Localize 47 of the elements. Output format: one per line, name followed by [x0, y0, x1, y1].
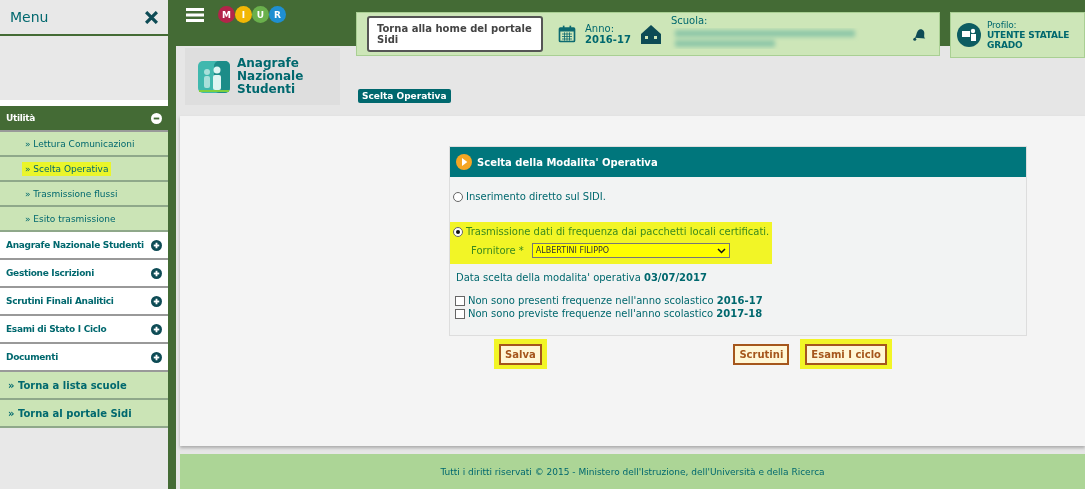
- radio-button[interactable]: [453, 226, 463, 237]
- app-title: Anagrafe Nazionale Studenti: [237, 56, 304, 97]
- expand-icon[interactable]: [151, 295, 162, 307]
- checkbox-label: Non sono previste frequenze nell'anno scolastico 2017-18: [468, 308, 763, 319]
- menu-section[interactable]: Scrutini Finali Analitici: [0, 288, 168, 316]
- profile-label: Profilo:: [987, 20, 1018, 30]
- profile-value: UTENTE STATALE GRADO: [987, 30, 1070, 50]
- action-button[interactable]: Esami I ciclo: [805, 344, 887, 365]
- expand-icon[interactable]: [151, 323, 162, 335]
- house-icon: [638, 22, 663, 46]
- date-text: Data scelta della modalita' operativa 03/07/2017: [456, 272, 708, 283]
- option-label: Inserimento diretto sul SIDI.: [466, 191, 606, 202]
- footer-text: Tutti i diritti riservati © 2015 - Ministero dell'Istruzione, dell'Università e della Ricerca: [440, 466, 825, 477]
- field-label: Fornitore *: [471, 245, 524, 256]
- close-icon[interactable]: [145, 10, 158, 24]
- play-icon: [456, 154, 472, 170]
- anno-label: Anno:: [585, 23, 615, 34]
- radio-button[interactable]: [453, 191, 463, 202]
- menu-icon[interactable]: [186, 7, 204, 22]
- checkbox[interactable]: [455, 295, 465, 306]
- checkbox[interactable]: [455, 308, 465, 319]
- menu-title: Menu: [10, 9, 49, 25]
- option-label: Trasmissione dati di frequenza dai pacchetti locali certificati.: [466, 226, 770, 237]
- form-title: Scelta della Modalita' Operativa: [477, 156, 658, 168]
- menu-section[interactable]: Documenti: [0, 344, 168, 372]
- scuola-label: Scuola:: [670, 15, 709, 26]
- home-button[interactable]: Torna alla home del portale Sidi: [367, 16, 543, 52]
- checkbox-label: Non sono presenti frequenze nell'anno scolastico 2016-17: [468, 295, 763, 306]
- chevron-icon: [716, 247, 726, 254]
- user-computer-icon: [957, 23, 981, 47]
- expand-icon[interactable]: [151, 239, 162, 251]
- menu-section[interactable]: Anagrafe Nazionale Studenti: [0, 232, 168, 260]
- collapse-icon[interactable]: [151, 112, 162, 124]
- menu-section[interactable]: Utilità: [0, 106, 168, 132]
- supplier-dropdown[interactable]: ALBERTINI FILIPPO: [531, 243, 730, 258]
- calendar-icon: [557, 24, 577, 44]
- submenu-link[interactable]: » Scelta Operativa: [22, 161, 112, 176]
- logo: M I U R: [218, 6, 286, 23]
- people-icon: [197, 59, 231, 94]
- action-button[interactable]: Salva: [499, 344, 542, 365]
- breadcrumb: Scelta Operativa: [358, 89, 451, 103]
- expand-icon[interactable]: [151, 267, 162, 279]
- expand-icon[interactable]: [151, 351, 162, 363]
- anno-value: 2016-17: [585, 34, 631, 45]
- action-button[interactable]: Scrutini: [733, 344, 790, 365]
- menu-section[interactable]: Esami di Stato I Ciclo: [0, 316, 168, 344]
- menu-section[interactable]: Gestione Iscrizioni: [0, 260, 168, 288]
